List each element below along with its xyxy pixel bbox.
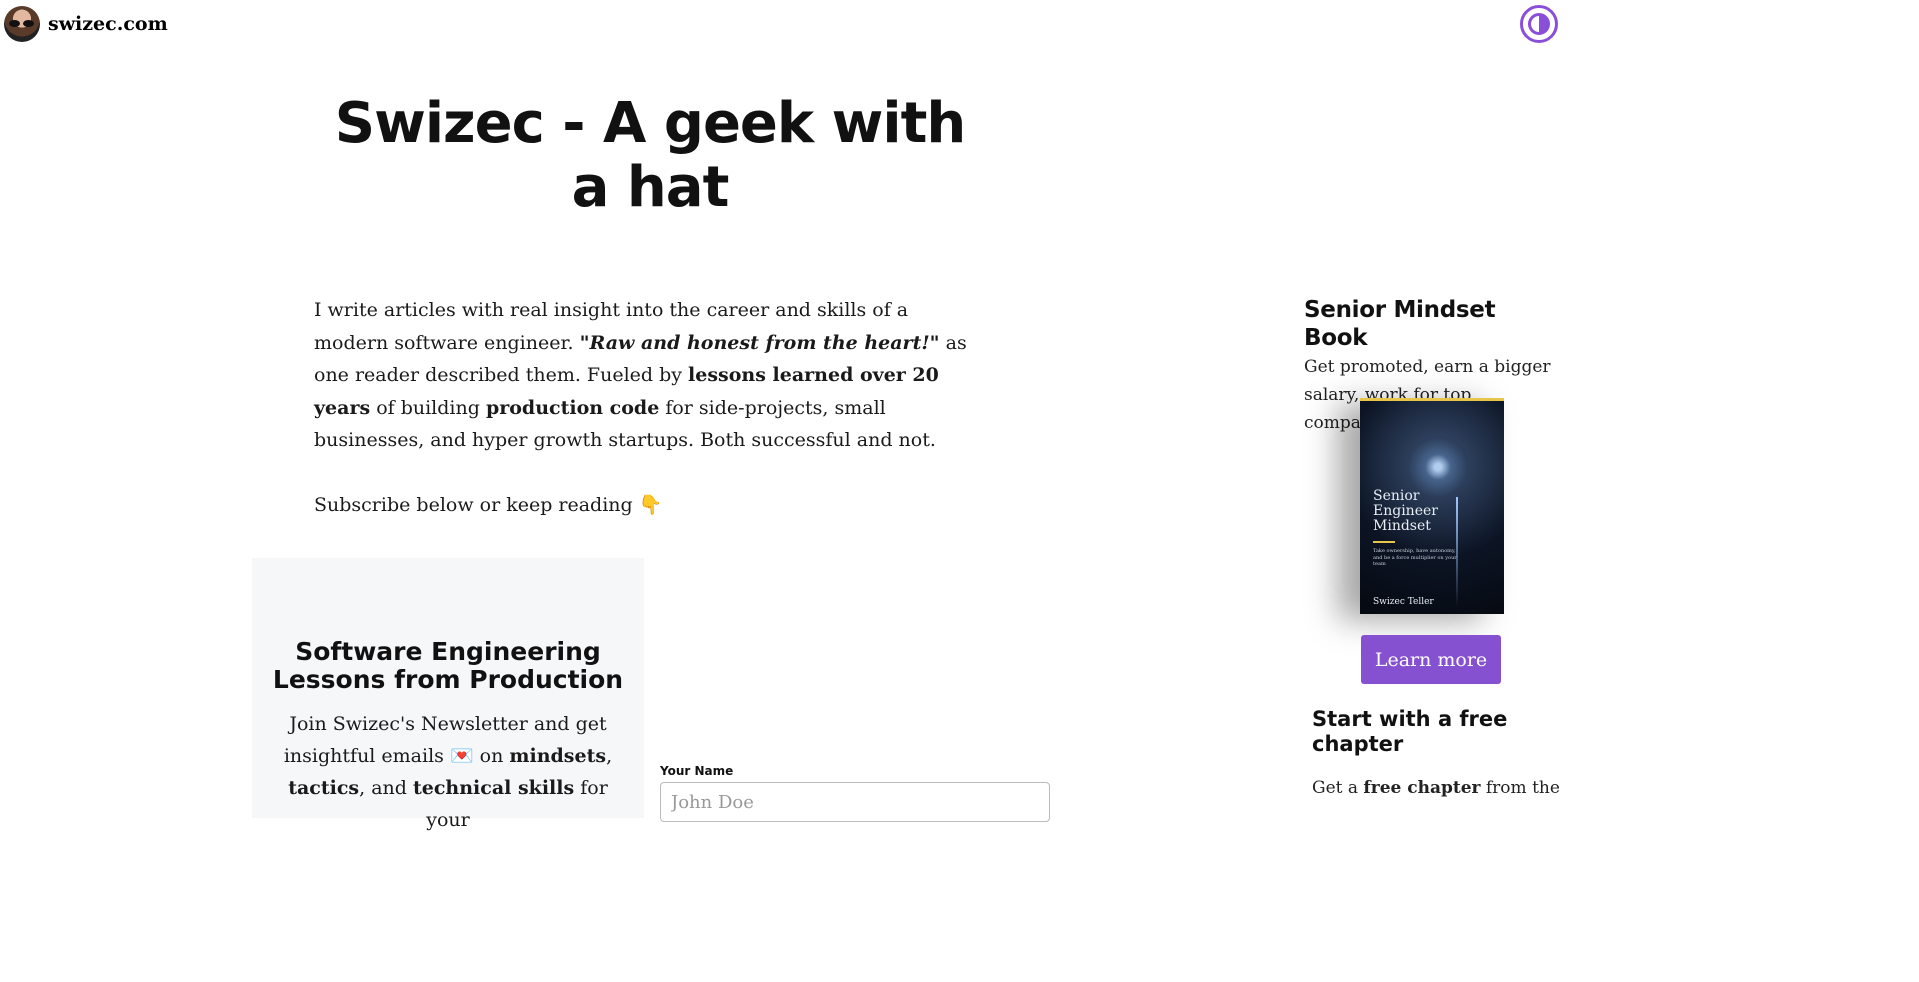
intro-paragraph: I write articles with real insight into …: [314, 294, 974, 457]
learn-more-button[interactable]: Learn more: [1361, 635, 1501, 684]
book-cover-subtitle: Take ownership, have autonomy, and be a …: [1373, 548, 1457, 567]
love-letter-icon: 💌: [449, 745, 474, 767]
chapter-desc-part1: Get a: [1312, 778, 1364, 798]
free-chapter-description: Get a free chapter from the: [1312, 774, 1562, 802]
newsletter-bold-mindsets: mindsets: [509, 745, 607, 767]
avatar: [4, 6, 40, 42]
newsletter-bold-skills: technical skills: [412, 777, 575, 799]
book-cover-rule: [1373, 541, 1395, 543]
intro-quote: "Raw and honest from the heart!": [579, 331, 940, 354]
book-cover-title: Senior Engineer Mindset: [1373, 488, 1438, 534]
subscribe-cta-text: Subscribe below or keep reading: [314, 493, 633, 516]
newsletter-bold-tactics: tactics: [288, 777, 360, 799]
newsletter-desc-part2: on: [473, 745, 510, 767]
site-name: swizec.com: [48, 13, 168, 35]
chapter-desc-part2: from the: [1480, 778, 1560, 798]
pointing-down-icon: 👇: [638, 493, 663, 516]
subscribe-cta: Subscribe below or keep reading 👇: [314, 489, 974, 522]
name-field-label: Your Name: [660, 764, 734, 778]
newsletter-comma: ,: [606, 745, 613, 767]
book-heading: Senior Mindset Book: [1304, 297, 1496, 351]
free-chapter-heading: Start with a free chapter: [1312, 707, 1508, 756]
contrast-icon: [1528, 13, 1550, 35]
newsletter-description: Join Swizec's Newsletter and get insight…: [252, 708, 644, 836]
newsletter-title: Software Engineering Lessons from Produc…: [272, 637, 624, 694]
intro-bold-production: production code: [485, 396, 660, 419]
theme-toggle-button[interactable]: [1520, 5, 1558, 43]
page-title: Swizec - A geek with a hat: [334, 91, 966, 220]
book-cover-author: Swizec Teller: [1373, 597, 1434, 607]
book-cover-image[interactable]: Senior Engineer Mindset Take ownership, …: [1360, 398, 1504, 614]
newsletter-and: , and: [359, 777, 413, 799]
chapter-desc-bold: free chapter: [1363, 778, 1481, 798]
intro-part3: of building: [370, 396, 486, 419]
sidebar: Senior Mindset Book Get promoted, earn a…: [1304, 296, 1566, 798]
newsletter-box: Software Engineering Lessons from Produc…: [252, 558, 644, 831]
site-logo-link[interactable]: swizec.com: [4, 6, 168, 42]
intro-text: I write articles with real insight into …: [314, 294, 974, 521]
name-field[interactable]: [660, 782, 1050, 822]
